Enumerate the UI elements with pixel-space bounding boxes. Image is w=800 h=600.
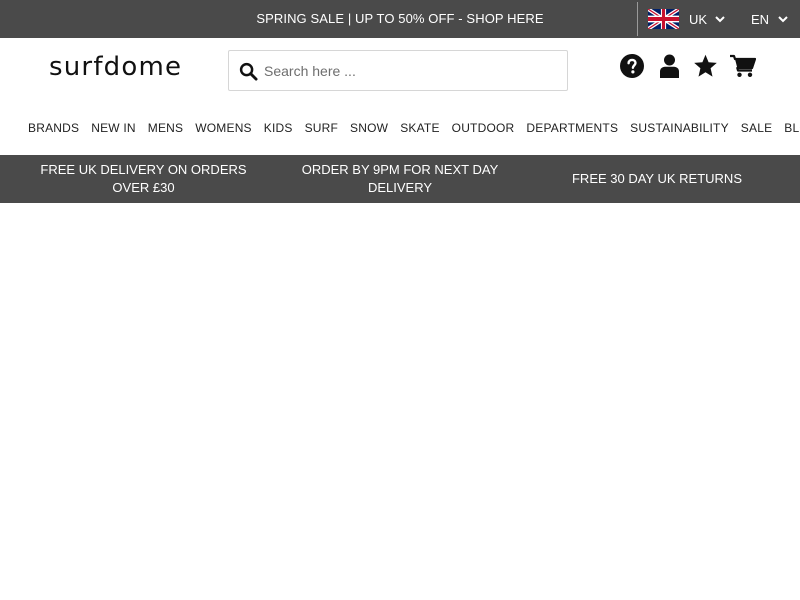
nav-item-kids[interactable]: KIDS: [258, 119, 299, 137]
promo-bar: SPRING SALE | UP TO 50% OFF - SHOP HERE …: [0, 0, 800, 38]
help-icon[interactable]: [620, 54, 644, 78]
nav-item-skate[interactable]: SKATE: [394, 119, 445, 137]
search-bar: [228, 50, 568, 91]
promo-divider: [637, 2, 638, 36]
nav-item-mens[interactable]: MENS: [142, 119, 189, 137]
star-icon[interactable]: [693, 54, 718, 78]
nav-item-new-in[interactable]: NEW IN: [85, 119, 142, 137]
nav-item-outdoor[interactable]: OUTDOOR: [446, 119, 521, 137]
nav-item-snow[interactable]: SNOW: [344, 119, 394, 137]
chevron-down-icon: [778, 15, 788, 22]
country-label: UK: [689, 11, 708, 27]
chevron-down-icon: [715, 15, 725, 22]
account-icon[interactable]: [660, 54, 679, 78]
site-logo[interactable]: surfdome: [49, 50, 182, 84]
nav-item-surf[interactable]: SURF: [299, 119, 344, 137]
language-selector[interactable]: EN: [751, 9, 788, 29]
search-input[interactable]: [264, 52, 559, 89]
language-label: EN: [751, 11, 770, 27]
search-icon[interactable]: [239, 62, 258, 81]
nav-item-sale[interactable]: SALE: [735, 119, 779, 137]
nav-item-sustainability[interactable]: SUSTAINABILITY: [624, 119, 735, 137]
nav-item-womens[interactable]: WOMENS: [189, 119, 258, 137]
main-nav: BRANDS NEW IN MENS WOMENS KIDS SURF SNOW…: [22, 119, 800, 137]
nav-item-brands[interactable]: BRANDS: [22, 119, 85, 137]
country-selector[interactable]: UK: [648, 9, 725, 29]
benefit-free-delivery[interactable]: FREE UK DELIVERY ON ORDERS OVER £30: [30, 155, 257, 203]
cart-icon[interactable]: [730, 54, 756, 78]
uk-flag-icon: [648, 9, 679, 29]
nav-item-blog[interactable]: BLOG: [778, 119, 800, 137]
benefit-next-day-delivery[interactable]: ORDER BY 9PM FOR NEXT DAY DELIVERY: [290, 155, 510, 203]
benefit-free-returns[interactable]: FREE 30 DAY UK RETURNS: [540, 155, 774, 203]
nav-item-departments[interactable]: DEPARTMENTS: [520, 119, 624, 137]
benefits-bar: FREE UK DELIVERY ON ORDERS OVER £30 ORDE…: [0, 155, 800, 203]
